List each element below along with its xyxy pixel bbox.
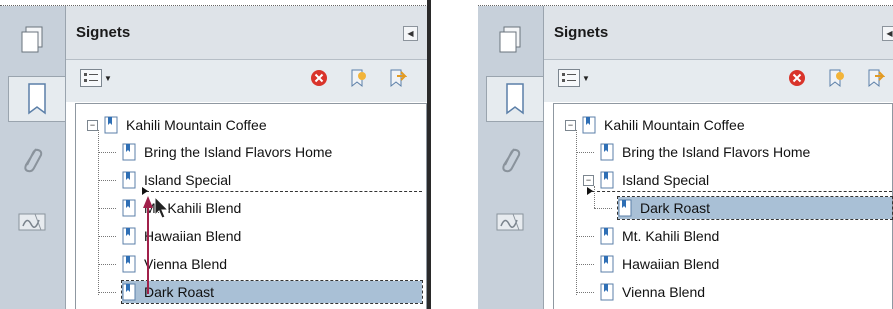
bookmark-label: Dark Roast <box>144 284 215 300</box>
bookmark-icon <box>122 199 136 217</box>
collapse-toggle[interactable]: − <box>583 175 594 186</box>
bookmark-item[interactable]: Island Special <box>600 169 709 191</box>
expand-bookmark-icon[interactable] <box>865 68 886 88</box>
bookmark-item[interactable]: Bring the Island Flavors Home <box>600 141 810 163</box>
chevron-down-icon[interactable]: ▼ <box>582 74 590 83</box>
bookmark-icon <box>600 171 614 189</box>
bookmark-panel-icon[interactable] <box>486 76 543 122</box>
options-menu-icon[interactable] <box>558 69 580 87</box>
bookmark-item[interactable]: Bring the Island Flavors Home <box>122 141 332 163</box>
bookmark-item[interactable]: Island Special <box>122 169 231 191</box>
tree-branch <box>576 264 594 265</box>
new-bookmark-icon[interactable] <box>826 68 846 88</box>
tree-connector <box>594 186 595 208</box>
bookmarks-tree: − Kahili Mountain Coffee Bring the Islan… <box>553 103 893 309</box>
bookmarks-panel-before: Signets ◀ ▼ − Kahili Mountain Coffee Bri… <box>0 0 431 309</box>
chevron-down-icon[interactable]: ▼ <box>104 74 112 83</box>
bookmarks-toolbar: ▼ <box>66 60 430 102</box>
navigation-sidebar <box>478 6 544 309</box>
collapse-toggle[interactable]: − <box>87 120 98 131</box>
bookmark-icon <box>122 283 136 301</box>
pages-icon[interactable] <box>8 18 56 62</box>
bookmark-label: Mt. Kahili Blend <box>622 228 720 244</box>
drop-target-line <box>146 191 422 192</box>
tree-branch <box>98 236 116 237</box>
bookmark-label: Island Special <box>622 172 710 188</box>
bookmark-item[interactable]: Hawaiian Blend <box>600 253 719 275</box>
tree-branch <box>576 152 594 153</box>
collapse-panel-button[interactable]: ◀ <box>403 26 418 41</box>
bookmark-label: Island Special <box>144 172 232 188</box>
panel-header: Signets ◀ <box>544 6 893 60</box>
panel-header: Signets ◀ <box>66 6 430 60</box>
bookmark-label: Kahili Mountain Coffee <box>604 117 745 133</box>
bookmark-item[interactable]: Mt. Kahili Blend <box>600 225 719 247</box>
tree-branch <box>594 208 612 209</box>
drop-target-line <box>592 191 892 192</box>
tree-branch <box>576 292 594 293</box>
bookmark-icon <box>600 255 614 273</box>
navigation-sidebar <box>0 6 66 309</box>
bookmark-icon <box>122 227 136 245</box>
drag-arrow-icon <box>143 196 153 294</box>
bookmark-label: Bring the Island Flavors Home <box>144 144 333 160</box>
bookmark-icon <box>582 116 596 134</box>
pages-icon[interactable] <box>486 18 534 62</box>
bookmark-icon <box>600 143 614 161</box>
bookmark-icon <box>600 227 614 245</box>
tree-connector <box>98 130 99 295</box>
bookmark-label: Vienna Blend <box>622 284 706 300</box>
bookmark-icon <box>618 199 632 217</box>
bookmark-icon <box>122 171 136 189</box>
bookmark-label: Kahili Mountain Coffee <box>126 117 267 133</box>
bookmarks-tree: − Kahili Mountain Coffee Bring the Islan… <box>75 103 427 309</box>
bookmarks-panel-after: Signets ◀ ▼ − Kahili Mountain Coffee Bri… <box>478 0 893 309</box>
mouse-cursor-icon <box>154 196 170 219</box>
bookmarks-toolbar: ▼ <box>544 60 893 102</box>
bookmark-item[interactable]: Mt. Kahili Blend <box>122 197 241 219</box>
delete-icon[interactable] <box>309 68 329 88</box>
new-bookmark-icon[interactable] <box>348 68 368 88</box>
tree-branch <box>98 152 116 153</box>
bookmark-label: Vienna Blend <box>144 256 228 272</box>
delete-icon[interactable] <box>787 68 807 88</box>
drop-marker-icon <box>587 187 593 195</box>
panel-title: Signets <box>76 24 131 41</box>
tree-branch <box>98 180 116 181</box>
tree-branch <box>576 236 594 237</box>
bookmark-root[interactable]: Kahili Mountain Coffee <box>104 114 267 136</box>
collapse-toggle[interactable]: − <box>565 120 576 131</box>
bookmark-label: Hawaiian Blend <box>622 256 720 272</box>
bookmark-item-selected[interactable]: Dark Roast <box>121 280 423 304</box>
bookmark-label: Dark Roast <box>640 200 711 216</box>
bookmark-icon <box>600 283 614 301</box>
panel-title: Signets <box>554 24 609 41</box>
bookmark-panel-icon[interactable] <box>8 76 65 122</box>
bookmark-icon <box>104 116 118 134</box>
tree-branch <box>98 292 116 293</box>
tree-connector <box>576 130 577 295</box>
signature-icon[interactable] <box>8 200 56 244</box>
bookmark-item[interactable]: Vienna Blend <box>600 281 705 303</box>
signature-icon[interactable] <box>486 200 534 244</box>
bookmark-label: Hawaiian Blend <box>144 228 242 244</box>
bookmark-root[interactable]: Kahili Mountain Coffee <box>582 114 745 136</box>
bookmark-item[interactable]: Hawaiian Blend <box>122 225 241 247</box>
bookmark-item[interactable]: Vienna Blend <box>122 253 227 275</box>
options-menu-icon[interactable] <box>80 69 102 87</box>
panel-edge <box>427 0 431 309</box>
collapse-panel-button[interactable]: ◀ <box>882 26 893 41</box>
bookmark-item-selected[interactable]: Dark Roast <box>617 196 893 220</box>
bookmark-icon <box>122 143 136 161</box>
tree-branch <box>98 208 116 209</box>
bookmark-icon <box>122 255 136 273</box>
paperclip-icon[interactable] <box>8 138 56 182</box>
expand-bookmark-icon[interactable] <box>387 68 408 88</box>
tree-branch <box>98 264 116 265</box>
bookmark-label: Bring the Island Flavors Home <box>622 144 811 160</box>
paperclip-icon[interactable] <box>486 138 534 182</box>
